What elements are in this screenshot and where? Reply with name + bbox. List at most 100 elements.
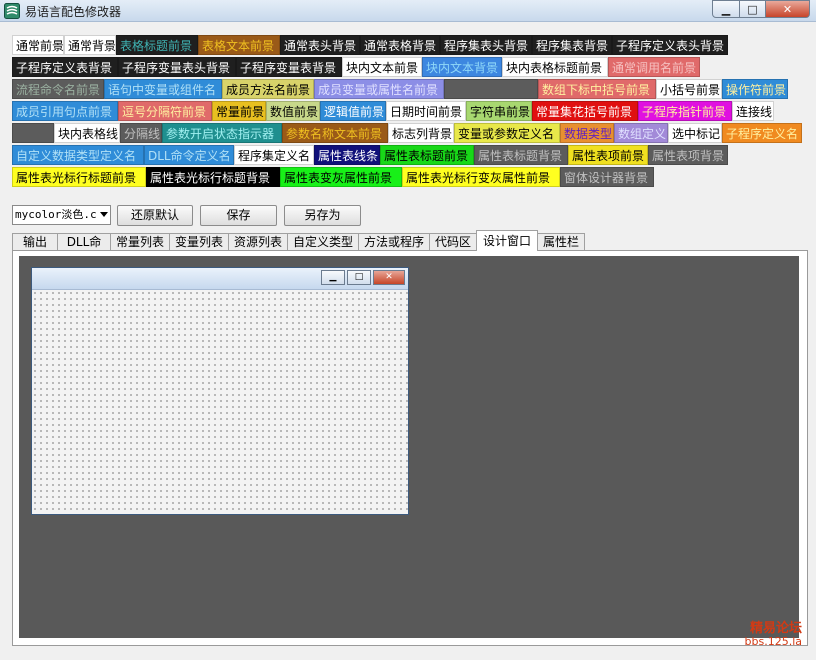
color-scheme-select[interactable]: mycolor淡色.c	[12, 205, 111, 225]
color-chip[interactable]: 块内表格线	[54, 123, 120, 143]
color-chip[interactable]: 语句中变量或组件名	[104, 79, 222, 99]
color-chip[interactable]: 选中标记	[668, 123, 722, 143]
color-chip-blank[interactable]	[12, 123, 54, 143]
color-chip[interactable]: 小括号前景	[656, 79, 722, 99]
color-chip[interactable]: 流程命令名前景	[12, 79, 104, 99]
color-chip[interactable]: 通常表头背景	[280, 35, 360, 55]
maximize-icon: □	[354, 272, 364, 282]
color-chip[interactable]: 通常前景	[12, 35, 64, 55]
color-chip[interactable]: 块内表格标题前景	[502, 57, 608, 77]
color-chip[interactable]: 通常表格背景	[360, 35, 440, 55]
designer-canvas[interactable]: ▁ □ ✕	[19, 256, 799, 638]
tab-3[interactable]: 变量列表	[169, 233, 229, 251]
color-chip[interactable]: 块内文本前景	[342, 57, 422, 77]
color-row: 成员引用句点前景 逗号分隔符前景 常量前景 数值前景 逻辑值前景 日期时间前景 字符串前景常…	[12, 101, 808, 121]
color-chip[interactable]: 数据类型	[560, 123, 614, 143]
save-as-button[interactable]: 另存为	[284, 205, 361, 226]
color-element-grid: 通常前景 通常背景 表格标题前景 表格文本前景 通常表头背景 通常表格背景 程序集表头背景程…	[12, 35, 808, 189]
color-chip[interactable]: 成员方法名前景	[222, 79, 314, 99]
minimize-button[interactable]: ▁	[712, 0, 740, 18]
maximize-icon: □	[747, 2, 758, 16]
design-window-titlebar[interactable]: ▁ □ ✕	[32, 268, 408, 290]
color-chip[interactable]: 属性表变灰属性前景	[280, 167, 402, 187]
color-row: 通常前景 通常背景 表格标题前景 表格文本前景 通常表头背景 通常表格背景 程序集表头背景程…	[12, 35, 808, 55]
color-chip[interactable]: 连接线	[732, 101, 774, 121]
color-chip[interactable]: 自定义数据类型定义名	[12, 145, 144, 165]
chevron-down-icon[interactable]	[100, 212, 108, 217]
color-chip[interactable]: 窗体设计器背景	[560, 167, 654, 187]
color-row: 自定义数据类型定义名 DLL命令定义名 程序集定义名 属性表线条 属性表标题前景 属性表标…	[12, 145, 808, 165]
design-minimize-button[interactable]: ▁	[321, 270, 345, 285]
tab-7[interactable]: 代码区	[429, 233, 477, 251]
close-icon: ✕	[782, 2, 793, 16]
color-chip[interactable]: 表格标题前景	[116, 35, 198, 55]
design-window-controls: ▁ □ ✕	[319, 270, 405, 285]
color-chip[interactable]: 属性表标题前景	[380, 145, 474, 165]
design-close-button[interactable]: ✕	[373, 270, 405, 285]
color-chip[interactable]: 成员变量或属性名前景	[314, 79, 444, 99]
color-chip[interactable]: 程序集定义名	[234, 145, 314, 165]
tab-9[interactable]: 属性栏	[537, 233, 585, 251]
color-chip[interactable]: 逻辑值前景	[320, 101, 386, 121]
color-chip[interactable]: 块内文本背景	[422, 57, 502, 77]
tab-1[interactable]: DLL命令	[57, 233, 111, 266]
tab-8[interactable]: 设计窗口	[476, 230, 538, 252]
color-chip[interactable]: 子程序变量表背景	[236, 57, 342, 77]
color-chip[interactable]: 数组下标中括号前景	[538, 79, 656, 99]
color-chip[interactable]: 参数名称文本前景	[282, 123, 388, 143]
color-chip[interactable]: 程序集表背景	[532, 35, 612, 55]
color-chip[interactable]: 成员引用句点前景	[12, 101, 118, 121]
color-chip[interactable]: 标志列背景	[388, 123, 454, 143]
color-chip[interactable]: 常量集花括号前景	[532, 101, 638, 121]
color-chip[interactable]: 子程序定义表头背景	[612, 35, 728, 55]
tab-0[interactable]: 输出	[12, 233, 58, 251]
tab-5[interactable]: 自定义类型	[287, 233, 359, 251]
forum-watermark: 精易论坛 bbs.125.la	[745, 622, 802, 648]
preview-tabs: 输出DLL命令常量列表变量列表资源列表自定义类型方法或程序代码区设计窗口属性栏	[12, 230, 585, 266]
color-chip[interactable]: 数组定义	[614, 123, 668, 143]
color-chip[interactable]: 子程序定义名	[722, 123, 802, 143]
tab-6[interactable]: 方法或程序	[358, 233, 430, 251]
color-chip[interactable]: 通常调用名前景	[608, 57, 700, 77]
color-chip[interactable]: 子程序定义表背景	[12, 57, 118, 77]
color-chip[interactable]: 通常背景	[64, 35, 116, 55]
close-button[interactable]: ✕	[766, 0, 810, 18]
color-chip[interactable]: 分隔线	[120, 123, 162, 143]
color-chip[interactable]: 字符串前景	[466, 101, 532, 121]
window-titlebar[interactable]: 易语言配色修改器 ▁ □ ✕	[0, 0, 816, 22]
tab-4[interactable]: 资源列表	[228, 233, 288, 251]
maximize-button[interactable]: □	[740, 0, 766, 18]
color-chip[interactable]: 变量或参数定义名	[454, 123, 560, 143]
color-chip[interactable]: 常量前景	[212, 101, 266, 121]
watermark-url: bbs.125.la	[744, 635, 802, 648]
color-chip[interactable]: 日期时间前景	[386, 101, 466, 121]
color-chip[interactable]: 程序集表头背景	[440, 35, 532, 55]
watermark-title: 精易论坛	[749, 621, 802, 636]
color-chip[interactable]: 属性表项背景	[648, 145, 728, 165]
design-window-preview[interactable]: ▁ □ ✕	[31, 267, 409, 515]
color-chip[interactable]: 参数开启状态指示器	[162, 123, 282, 143]
color-chip-blank[interactable]	[444, 79, 538, 99]
color-chip[interactable]: DLL命令定义名	[144, 145, 234, 165]
color-chip[interactable]: 属性表标题背景	[474, 145, 568, 165]
color-chip[interactable]: 属性表项前景	[568, 145, 648, 165]
save-button[interactable]: 保存	[200, 205, 277, 226]
minimize-icon: ▁	[329, 272, 337, 282]
restore-default-button[interactable]: 还原默认	[117, 205, 193, 226]
color-chip[interactable]: 子程序变量表头背景	[118, 57, 236, 77]
color-chip[interactable]: 表格文本前景	[198, 35, 280, 55]
design-maximize-button[interactable]: □	[347, 270, 371, 285]
color-scheme-value: mycolor淡色.c	[15, 208, 97, 221]
tab-2[interactable]: 常量列表	[110, 233, 170, 251]
color-chip[interactable]: 操作符前景	[722, 79, 788, 99]
color-chip[interactable]: 子程序指针前景	[638, 101, 732, 121]
color-chip[interactable]: 属性表光标行变灰属性前景	[402, 167, 560, 187]
color-chip[interactable]: 属性表光标行标题背景	[146, 167, 280, 187]
color-chip[interactable]: 属性表光标行标题前景	[12, 167, 146, 187]
design-window-grid[interactable]	[32, 290, 408, 514]
color-chip[interactable]: 逗号分隔符前景	[118, 101, 212, 121]
color-chip[interactable]: 数值前景	[266, 101, 320, 121]
color-chip[interactable]: 属性表线条	[314, 145, 380, 165]
close-icon: ✕	[385, 272, 393, 282]
color-row: 子程序定义表背景 子程序变量表头背景 子程序变量表背景 块内文本前景 块内文本背景 块内表…	[12, 57, 808, 77]
